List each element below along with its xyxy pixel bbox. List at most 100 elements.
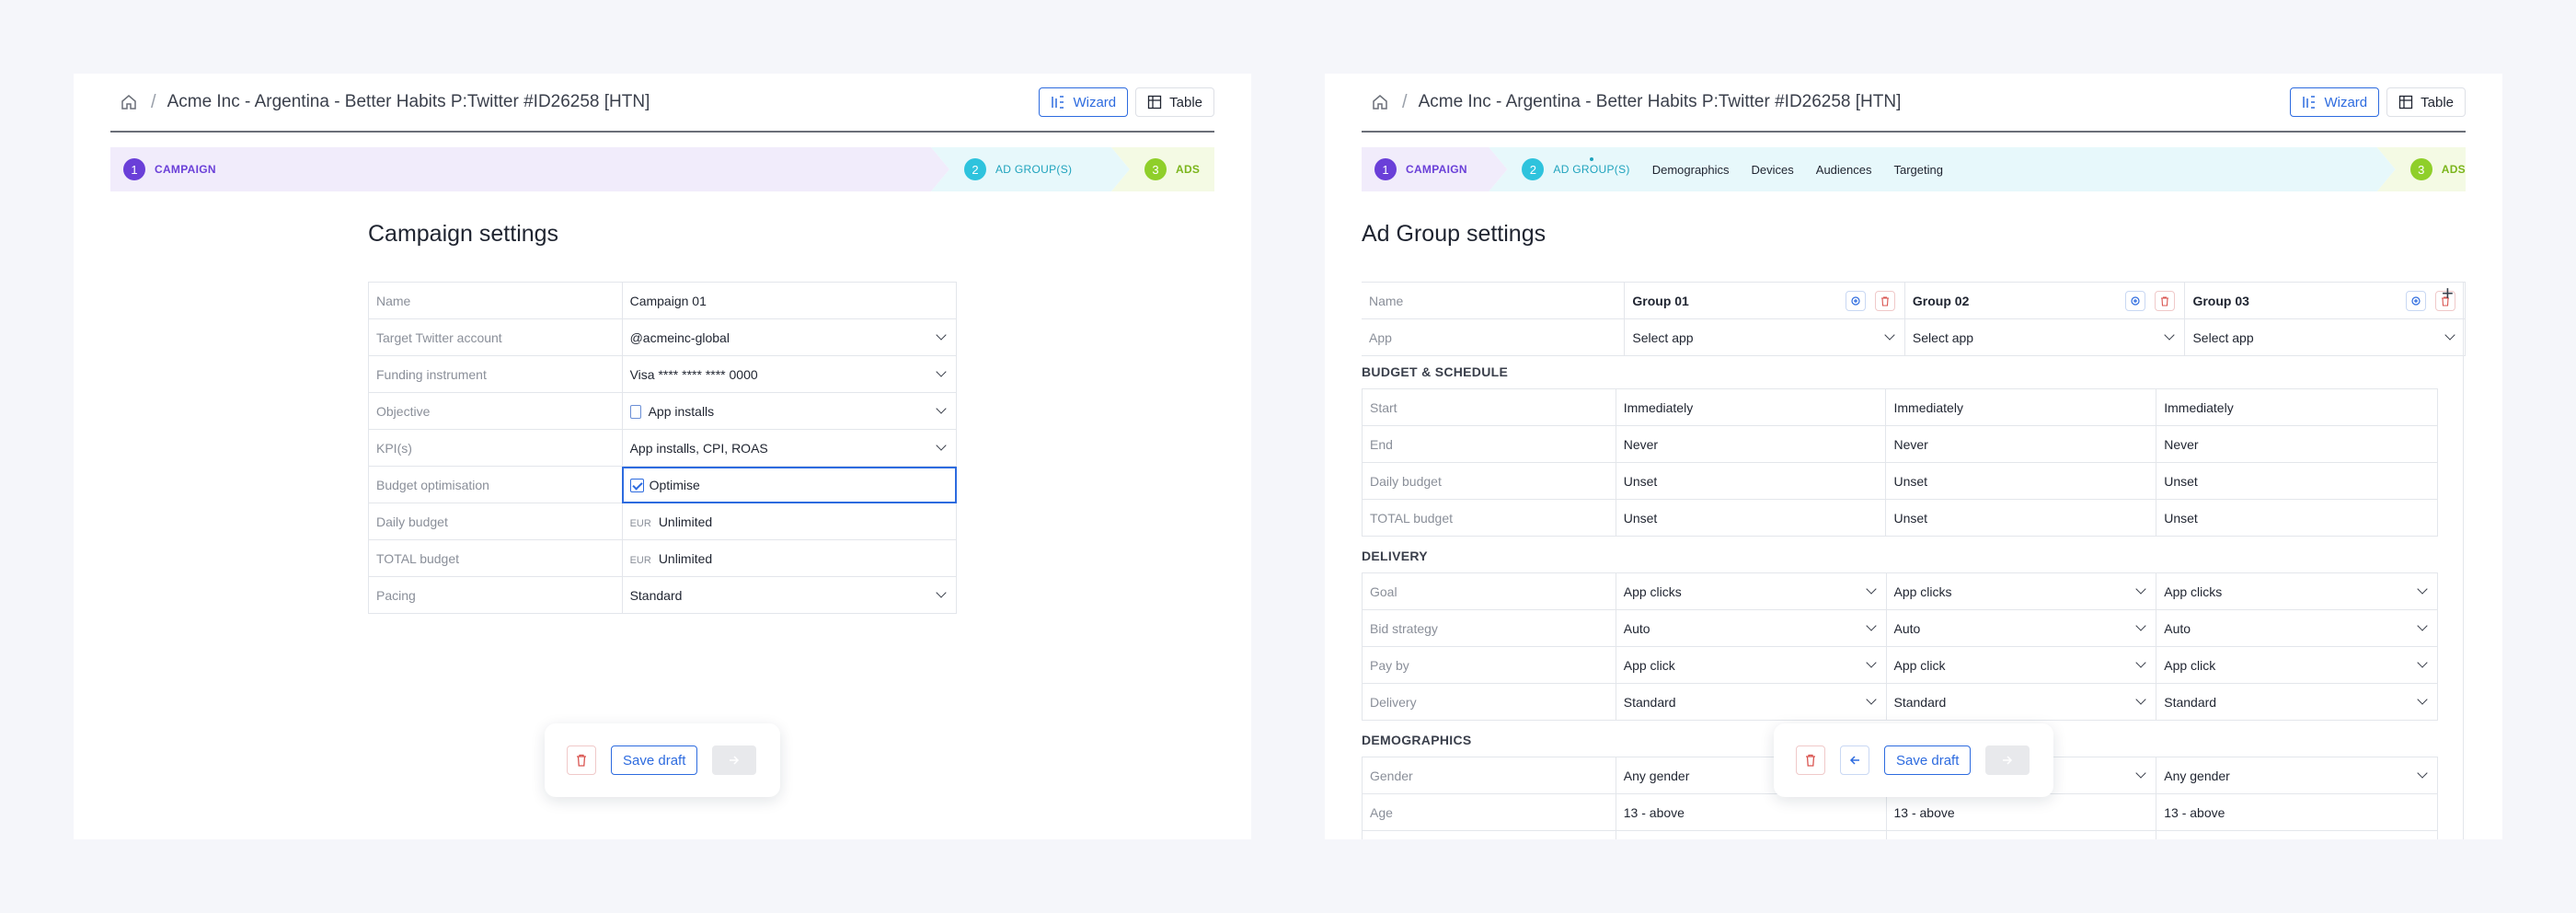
field-value: Select app	[1632, 329, 1694, 345]
trash-icon[interactable]	[2155, 290, 2176, 311]
age-field[interactable]: 13 - above	[2156, 793, 2438, 831]
age-field[interactable]: 13 - above	[1885, 793, 2157, 831]
back-button[interactable]	[1840, 745, 1869, 775]
app-select[interactable]: Select app	[1903, 318, 2186, 356]
home-icon[interactable]	[1369, 91, 1391, 113]
gender-select[interactable]: Any gender	[2156, 757, 2438, 794]
substep-demographics[interactable]: Demographics	[1652, 163, 1730, 177]
bid-strategy-select[interactable]: Auto	[1885, 609, 2157, 647]
table-row: Funding instrument Visa **** **** **** 0…	[368, 355, 958, 393]
campaign-name-field[interactable]: Campaign 01	[621, 282, 958, 319]
wizard-view-button[interactable]: Wizard	[1039, 87, 1129, 117]
daily-budget-field[interactable]: Unset	[2156, 462, 2438, 500]
field-label: App	[1362, 318, 1626, 356]
field-value: Any gender	[1623, 768, 1690, 783]
next-button[interactable]	[712, 745, 757, 775]
chevron-down-icon	[2417, 693, 2428, 705]
budget-optimisation-checkbox[interactable]: Optimise	[621, 466, 958, 503]
save-draft-button[interactable]: Save draft	[1884, 745, 1972, 775]
twitter-account-select[interactable]: @acmeinc-global	[621, 318, 958, 356]
breadcrumb-separator: /	[151, 91, 156, 112]
goal-select[interactable]: App clicks	[2156, 572, 2438, 610]
start-field[interactable]: Immediately	[2156, 388, 2438, 426]
group-name-field[interactable]: Group 02	[1903, 282, 2186, 319]
field-value: App click	[1623, 657, 1675, 673]
home-icon[interactable]	[118, 91, 140, 113]
chevron-down-icon	[1865, 619, 1877, 631]
app-select[interactable]: Select app	[1624, 318, 1905, 356]
wizard-icon	[2303, 96, 2316, 109]
daily-budget-field[interactable]: Unset	[1615, 462, 1887, 500]
duplicate-icon[interactable]	[2406, 290, 2426, 311]
delete-button[interactable]	[1796, 745, 1825, 775]
end-field[interactable]: Never	[1885, 425, 2157, 463]
field-value: App click	[1893, 657, 1946, 673]
total-budget-field[interactable]: EUR Unlimited	[621, 539, 958, 577]
chevron-down-icon	[936, 586, 947, 598]
table-row: Name Campaign 01	[368, 282, 958, 319]
bid-strategy-select[interactable]: Auto	[2156, 609, 2438, 647]
field-label: Objective	[368, 392, 623, 430]
table-view-label: Table	[2421, 94, 2454, 110]
total-budget-field[interactable]: Unset	[2156, 499, 2438, 537]
delete-button[interactable]	[567, 745, 596, 775]
table-row	[1362, 830, 2438, 839]
wizard-view-label: Wizard	[2324, 94, 2368, 110]
field-label: Bid strategy	[1362, 609, 1616, 647]
field-label: TOTAL budget	[368, 539, 623, 577]
next-button[interactable]	[1985, 745, 2030, 775]
kpi-select[interactable]: App installs, CPI, ROAS	[621, 429, 958, 467]
bid-strategy-select[interactable]: Auto	[1615, 609, 1887, 647]
step-campaign[interactable]: 1 CAMPAIGN	[1362, 147, 1507, 191]
age-field[interactable]: 13 - above	[1615, 793, 1887, 831]
goal-select[interactable]: App clicks	[1885, 572, 2157, 610]
pay-by-select[interactable]: App click	[1615, 646, 1887, 684]
table-view-button[interactable]: Table	[1135, 87, 1214, 117]
delivery-select[interactable]: Standard	[1885, 683, 2157, 721]
total-budget-field[interactable]: Unset	[1615, 499, 1887, 537]
step-ad-groups[interactable]: 2 AD GROUP(S)	[931, 147, 1130, 191]
substep-devices[interactable]: Devices	[1752, 163, 1794, 177]
arrow-left-icon	[1849, 756, 1859, 765]
total-budget-field[interactable]: Unset	[1885, 499, 2157, 537]
wizard-view-button[interactable]: Wizard	[2290, 87, 2380, 117]
chevron-down-icon	[2135, 656, 2146, 668]
end-field[interactable]: Never	[2156, 425, 2438, 463]
group-name-field[interactable]: Group 03	[2184, 282, 2466, 319]
field-value: Standard	[1893, 694, 1947, 710]
pacing-select[interactable]: Standard	[621, 576, 958, 614]
field-value: Select app	[2192, 329, 2254, 345]
objective-select[interactable]: App installs	[621, 392, 958, 430]
field-label: End	[1362, 425, 1616, 463]
substep-audiences[interactable]: Audiences	[1816, 163, 1872, 177]
table-view-button[interactable]: Table	[2386, 87, 2466, 117]
pay-by-select[interactable]: App click	[2156, 646, 2438, 684]
step-number: 2	[1522, 158, 1544, 180]
field-value: Visa **** **** **** 0000	[629, 366, 758, 382]
field-value: App installs, CPI, ROAS	[629, 440, 768, 456]
group-name-field[interactable]: Group 01	[1624, 282, 1905, 319]
delivery-select[interactable]: Standard	[1615, 683, 1887, 721]
delivery-select[interactable]: Standard	[2156, 683, 2438, 721]
duplicate-icon[interactable]	[2125, 290, 2146, 311]
daily-budget-field[interactable]: Unset	[1885, 462, 2157, 500]
step-campaign[interactable]: 1 CAMPAIGN	[110, 147, 949, 191]
start-field[interactable]: Immediately	[1615, 388, 1887, 426]
app-select[interactable]: Select app	[2184, 318, 2466, 356]
add-group-icon[interactable]: +	[2442, 282, 2454, 306]
duplicate-icon[interactable]	[1845, 290, 1866, 311]
trash-icon[interactable]	[1874, 290, 1895, 311]
substep-targeting[interactable]: Targeting	[1894, 163, 1943, 177]
daily-budget-field[interactable]: EUR Unlimited	[621, 503, 958, 540]
end-field[interactable]: Never	[1615, 425, 1887, 463]
field-label: Daily budget	[368, 503, 623, 540]
goal-select[interactable]: App clicks	[1615, 572, 1887, 610]
pay-by-select[interactable]: App click	[1885, 646, 2157, 684]
step-ad-groups[interactable]: 2 AD GROUP(S) Demographics Devices Audie…	[1489, 147, 2395, 191]
start-field[interactable]: Immediately	[1885, 388, 2157, 426]
field-value: App click	[2164, 657, 2216, 673]
wizard-view-label: Wizard	[1073, 94, 1117, 110]
save-draft-button[interactable]: Save draft	[611, 745, 698, 775]
chevron-down-icon	[936, 439, 947, 451]
funding-instrument-select[interactable]: Visa **** **** **** 0000	[621, 355, 958, 393]
